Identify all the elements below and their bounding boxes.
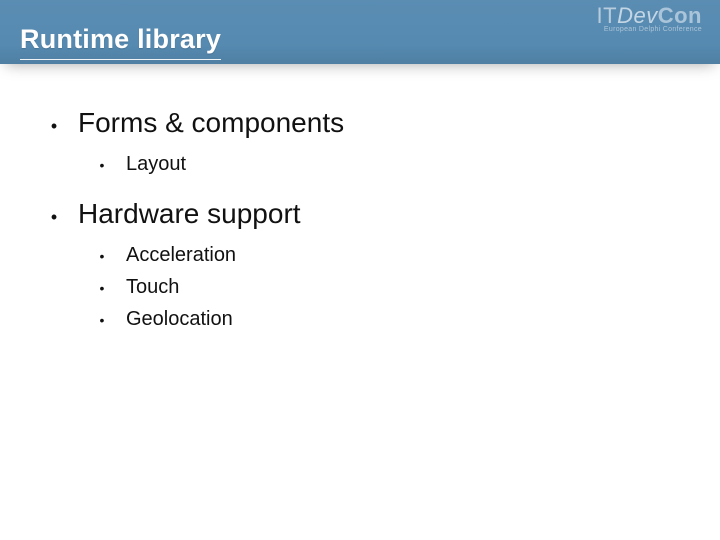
logo-main: ITDevCon: [597, 6, 702, 26]
slide-title: Runtime library: [20, 24, 221, 60]
conference-logo: ITDevCon European Delphi Conference: [597, 6, 702, 33]
bullet-label: Forms & components: [78, 102, 344, 144]
bullet-label: Acceleration: [126, 240, 236, 271]
list-item: • Geolocation: [78, 304, 690, 336]
list-item: • Hardware support • Acceleration • Touc…: [30, 193, 690, 336]
logo-part-con: Con: [658, 3, 702, 28]
sub-bullet-list: • Layout: [30, 149, 690, 181]
bullet-icon: •: [30, 196, 78, 238]
bullet-level1: • Forms & components: [30, 102, 690, 147]
bullet-label: Hardware support: [78, 193, 301, 235]
sub-bullet-list: • Acceleration • Touch • Geolocation: [30, 240, 690, 336]
list-item: • Acceleration: [78, 240, 690, 272]
bullet-label: Layout: [126, 149, 186, 180]
bullet-icon: •: [78, 305, 126, 336]
logo-part-it: IT: [597, 3, 618, 28]
logo-subtitle: European Delphi Conference: [597, 26, 702, 33]
bullet-level1: • Hardware support: [30, 193, 690, 238]
bullet-label: Geolocation: [126, 304, 233, 335]
logo-part-dev: Dev: [617, 3, 658, 28]
bullet-icon: •: [78, 273, 126, 304]
bullet-icon: •: [30, 105, 78, 147]
bullet-icon: •: [78, 150, 126, 181]
bullet-label: Touch: [126, 272, 179, 303]
list-item: • Forms & components • Layout: [30, 102, 690, 181]
list-item: • Touch: [78, 272, 690, 304]
bullet-icon: •: [78, 241, 126, 272]
list-item: • Layout: [78, 149, 690, 181]
bullet-list: • Forms & components • Layout • Hardware…: [30, 102, 690, 336]
slide-header: Runtime library ITDevCon European Delphi…: [0, 0, 720, 64]
slide-content: • Forms & components • Layout • Hardware…: [0, 64, 720, 336]
